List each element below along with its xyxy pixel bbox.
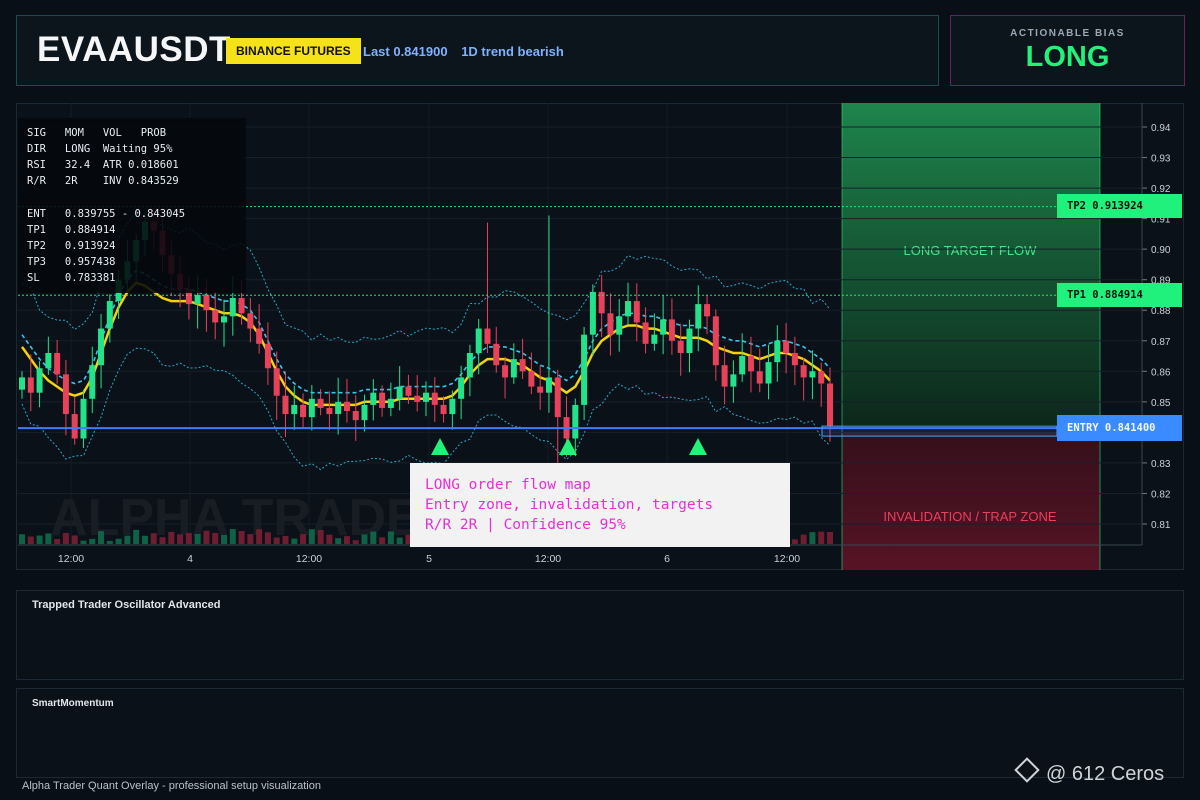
- credit-watermark: @ 612 Ceros: [1014, 757, 1165, 786]
- stats-panel: SIG MOM VOL PROB DIR LONG Waiting 95% RS…: [18, 118, 246, 293]
- stats-row: TP2 0.913924: [27, 240, 116, 252]
- header-bar: EVAAUSDT BINANCE FUTURES Last 0.841900 1…: [16, 15, 939, 86]
- callout-line: LONG order flow map: [425, 477, 591, 493]
- footer-caption: Alpha Trader Quant Overlay - professiona…: [22, 780, 321, 792]
- tp2-tag: TP2 0.913924: [1057, 194, 1182, 218]
- bias-title: ACTIONABLE BIAS: [1010, 28, 1125, 39]
- stats-row: SIG MOM VOL PROB: [27, 127, 167, 139]
- callout-line: R/R 2R | Confidence 95%: [425, 517, 626, 533]
- diamond-icon: [1014, 757, 1040, 783]
- oscillator-1-title: Trapped Trader Oscillator Advanced: [32, 599, 221, 611]
- stats-row: ENT 0.839755 - 0.843045: [27, 208, 186, 220]
- stats-row: DIR LONG Waiting 95%: [27, 143, 173, 155]
- entry-tag: ENTRY 0.841400: [1057, 415, 1182, 441]
- bias-value: LONG: [1025, 41, 1110, 73]
- credit-text: @ 612 Ceros: [1046, 763, 1165, 785]
- order-flow-callout: LONG order flow map Entry zone, invalida…: [410, 463, 790, 547]
- exchange-badge: BINANCE FUTURES: [226, 38, 361, 64]
- oscillator-1-frame[interactable]: Trapped Trader Oscillator Advanced: [16, 590, 1184, 680]
- bias-panel: ACTIONABLE BIAS LONG: [950, 15, 1185, 86]
- price-info: Last 0.841900 1D trend bearish: [363, 44, 574, 59]
- tp1-tag: TP1 0.884914: [1057, 283, 1182, 307]
- stats-row: R/R 2R INV 0.843529: [27, 175, 179, 187]
- stats-row: RSI 32.4 ATR 0.018601: [27, 159, 179, 171]
- ticker-symbol: EVAAUSDT: [37, 30, 231, 69]
- oscillator-2-frame[interactable]: SmartMomentum: [16, 688, 1184, 778]
- stats-row: SL 0.783381: [27, 272, 116, 284]
- stats-row: TP3 0.957438: [27, 256, 116, 268]
- last-price: Last 0.841900: [363, 44, 448, 59]
- oscillator-2-title: SmartMomentum: [32, 698, 114, 709]
- stats-row: TP1 0.884914: [27, 224, 116, 236]
- callout-line: Entry zone, invalidation, targets: [425, 497, 714, 513]
- trend-label: 1D trend bearish: [461, 44, 564, 59]
